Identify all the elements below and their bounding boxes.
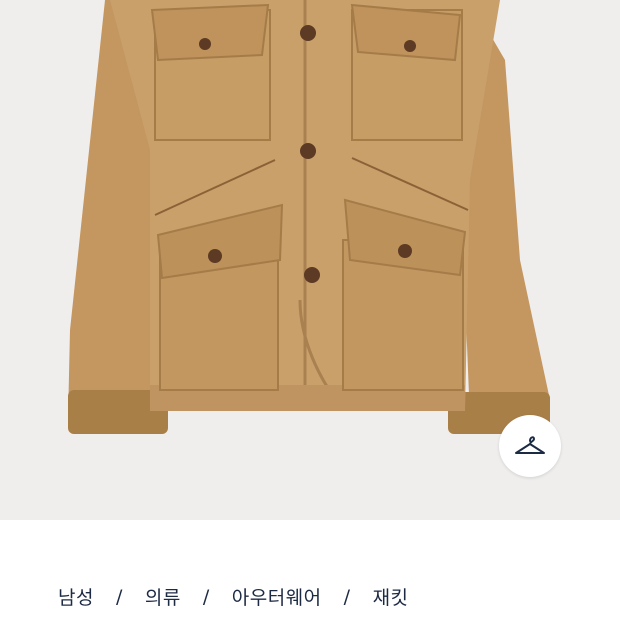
- hanger-icon: [515, 436, 545, 454]
- breadcrumb: 남성 / 의류 / 아우터웨어 / 재킷: [58, 583, 409, 610]
- breadcrumb-item-clothing[interactable]: 의류: [145, 583, 181, 610]
- breadcrumb-separator: /: [343, 585, 351, 608]
- breadcrumb-item-men[interactable]: 남성: [58, 583, 94, 610]
- try-on-hanger-button[interactable]: [499, 415, 561, 477]
- breadcrumb-item-jackets[interactable]: 재킷: [373, 583, 409, 610]
- breadcrumb-separator: /: [115, 585, 123, 608]
- breadcrumb-separator: /: [202, 585, 210, 608]
- breadcrumb-item-outerwear[interactable]: 아우터웨어: [232, 583, 322, 610]
